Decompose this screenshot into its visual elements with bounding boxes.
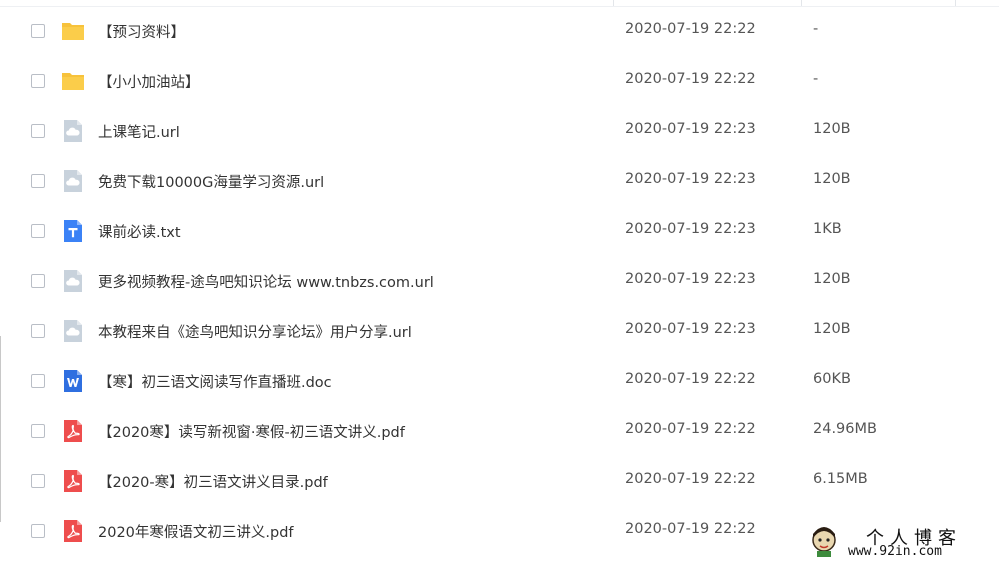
file-row[interactable]: 【预习资料】 2020-07-19 22:22 -	[0, 6, 999, 56]
url-icon	[61, 169, 85, 193]
file-modified-time: 2020-07-19 22:23	[625, 321, 756, 337]
file-name[interactable]: 上课笔记.url	[98, 121, 180, 142]
pdf-icon	[61, 469, 85, 493]
file-modified-time: 2020-07-19 22:22	[625, 421, 756, 437]
file-row[interactable]: 【寒】初三语文阅读写作直播班.doc 2020-07-19 22:22 60KB	[0, 356, 999, 406]
file-row[interactable]: 本教程来自《途鸟吧知识分享论坛》用户分享.url 2020-07-19 22:23…	[0, 306, 999, 356]
row-checkbox[interactable]	[31, 524, 45, 538]
file-row[interactable]: 免费下载10000G海量学习资源.url 2020-07-19 22:23 120B	[0, 156, 999, 206]
file-size: 6.15MB	[813, 471, 868, 487]
row-checkbox[interactable]	[31, 174, 45, 188]
file-name[interactable]: 【预习资料】	[98, 21, 185, 42]
row-checkbox[interactable]	[31, 324, 45, 338]
file-size: -	[813, 71, 819, 87]
file-name[interactable]: 更多视频教程-途鸟吧知识论坛 www.tnbzs.com.url	[98, 271, 434, 292]
row-checkbox[interactable]	[31, 374, 45, 388]
file-name[interactable]: 课前必读.txt	[98, 221, 181, 242]
watermark-url: www.92in.com	[848, 544, 942, 559]
row-checkbox[interactable]	[31, 424, 45, 438]
file-name[interactable]: 2020年寒假语文初三讲义.pdf	[98, 521, 294, 542]
file-size: 120B	[813, 321, 851, 337]
watermark: 个人博客 www.92in.com	[806, 522, 996, 562]
pdf-icon	[61, 519, 85, 543]
watermark-avatar-icon	[812, 527, 836, 557]
file-row[interactable]: 【2020寒】读写新视窗·寒假-初三语文讲义.pdf 2020-07-19 22:…	[0, 406, 999, 456]
file-name[interactable]: 【2020寒】读写新视窗·寒假-初三语文讲义.pdf	[98, 421, 405, 442]
pdf-icon	[61, 419, 85, 443]
row-checkbox[interactable]	[31, 224, 45, 238]
file-name[interactable]: 本教程来自《途鸟吧知识分享论坛》用户分享.url	[98, 321, 412, 342]
url-icon	[61, 119, 85, 143]
folder-icon	[61, 69, 85, 93]
file-row[interactable]: 【小小加油站】 2020-07-19 22:22 -	[0, 56, 999, 106]
file-size: 120B	[813, 271, 851, 287]
file-name[interactable]: 【小小加油站】	[98, 71, 200, 92]
file-modified-time: 2020-07-19 22:22	[625, 21, 756, 37]
file-size: 120B	[813, 121, 851, 137]
file-row[interactable]: 更多视频教程-途鸟吧知识论坛 www.tnbzs.com.url 2020-07-…	[0, 256, 999, 306]
file-modified-time: 2020-07-19 22:22	[625, 521, 756, 537]
folder-icon	[61, 19, 85, 43]
file-name[interactable]: 免费下载10000G海量学习资源.url	[98, 171, 324, 192]
txt-icon	[61, 219, 85, 243]
file-row[interactable]: 【2020-寒】初三语文讲义目录.pdf 2020-07-19 22:22 6.15…	[0, 456, 999, 506]
url-icon	[61, 319, 85, 343]
row-checkbox[interactable]	[31, 274, 45, 288]
file-size: -	[813, 21, 819, 37]
file-size: 24.96MB	[813, 421, 877, 437]
row-checkbox[interactable]	[31, 124, 45, 138]
url-icon	[61, 269, 85, 293]
file-size: 120B	[813, 171, 851, 187]
row-checkbox[interactable]	[31, 74, 45, 88]
file-row[interactable]: 上课笔记.url 2020-07-19 22:23 120B	[0, 106, 999, 156]
file-name[interactable]: 【寒】初三语文阅读写作直播班.doc	[98, 371, 332, 392]
file-modified-time: 2020-07-19 22:23	[625, 271, 756, 287]
file-modified-time: 2020-07-19 22:23	[625, 221, 756, 237]
row-checkbox[interactable]	[31, 24, 45, 38]
file-modified-time: 2020-07-19 22:23	[625, 171, 756, 187]
file-size: 1KB	[813, 221, 842, 237]
file-modified-time: 2020-07-19 22:22	[625, 471, 756, 487]
file-size: 60KB	[813, 371, 851, 387]
file-modified-time: 2020-07-19 22:22	[625, 371, 756, 387]
file-modified-time: 2020-07-19 22:23	[625, 121, 756, 137]
file-modified-time: 2020-07-19 22:22	[625, 71, 756, 87]
row-checkbox[interactable]	[31, 474, 45, 488]
doc-icon	[61, 369, 85, 393]
file-row[interactable]: 课前必读.txt 2020-07-19 22:23 1KB	[0, 206, 999, 256]
file-name[interactable]: 【2020-寒】初三语文讲义目录.pdf	[98, 471, 328, 492]
